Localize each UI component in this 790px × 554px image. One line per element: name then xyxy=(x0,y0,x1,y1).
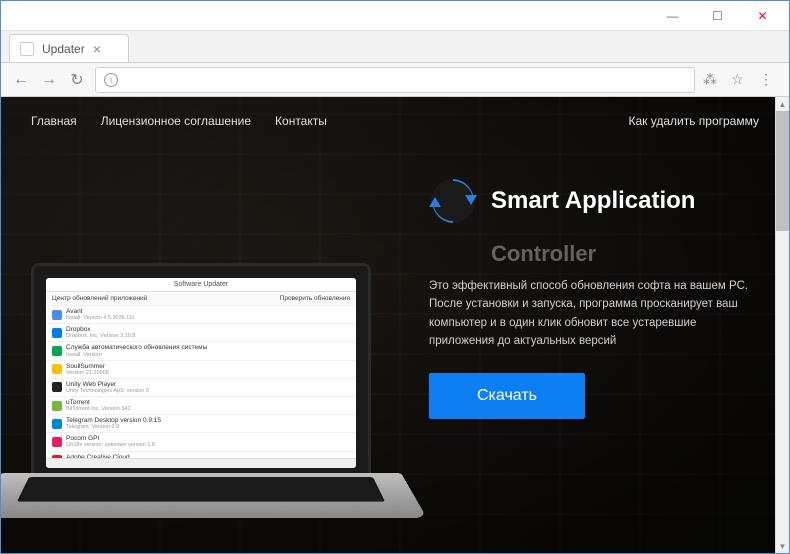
address-bar: ← → ↻ i ⁂ ☆ ⋮ xyxy=(1,63,789,97)
list-item: Unity Web PlayerUnity Technologies ApS: … xyxy=(46,379,356,397)
hero-description: Это эффективный способ обновления софта … xyxy=(429,277,759,351)
list-item: Telegram Desktop version 0.9.15Telegram,… xyxy=(46,415,356,433)
site-info-icon[interactable]: i xyxy=(104,73,118,87)
app-icon xyxy=(52,382,62,392)
window-titlebar: — ☐ ✕ xyxy=(1,1,789,31)
nav-license[interactable]: Лицензионное соглашение xyxy=(101,114,251,128)
minimize-button[interactable]: — xyxy=(650,2,695,30)
section-title: Центр обновлений приложений xyxy=(52,295,147,302)
app-name: uTorrent xyxy=(66,399,131,406)
list-item: SoullSummerVersion 21.20008 xyxy=(46,361,356,379)
app-icon xyxy=(52,328,62,338)
nav-home[interactable]: Главная xyxy=(31,114,77,128)
app-name: Pocom GPI xyxy=(66,435,155,442)
app-list: AvantInstall: Version 4.5.3036.111Dropbo… xyxy=(46,306,356,458)
maximize-button[interactable]: ☐ xyxy=(695,2,740,30)
list-item: Служба автоматического обновления систем… xyxy=(46,342,356,360)
browser-window: — ☐ ✕ Updater × ← → ↻ i ⁂ ☆ ⋮ Главная Ли… xyxy=(0,0,790,554)
nav-uninstall[interactable]: Как удалить программу xyxy=(628,114,759,128)
favicon-icon xyxy=(20,42,34,56)
tab-bar: Updater × xyxy=(1,31,789,63)
product-subtitle: Controller xyxy=(491,241,759,267)
app-icon xyxy=(52,437,62,447)
app-window-screenshot: Software Updater Центр обновлений прилож… xyxy=(46,278,356,468)
app-icon xyxy=(52,364,62,374)
app-section-header: Центр обновлений приложений Проверить об… xyxy=(46,292,356,306)
app-titlebar: Software Updater xyxy=(46,278,356,292)
logo-row: Smart Application xyxy=(429,177,759,225)
app-version: Gh18s version: unknown version 1.8 xyxy=(66,442,155,448)
app-version: Install: Version xyxy=(66,352,207,358)
app-version: Install: Version 4.5.3036.111 xyxy=(66,315,135,321)
list-item: DropboxDropbox, Inc, Version 3.10.8 xyxy=(46,324,356,342)
list-item: AvantInstall: Version 4.5.3036.111 xyxy=(46,306,356,324)
app-version: Dropbox, Inc, Version 3.10.8 xyxy=(66,333,135,339)
hero-content: Smart Application Controller Это эффекти… xyxy=(429,177,759,419)
nav-contacts[interactable]: Контакты xyxy=(275,114,327,128)
close-button[interactable]: ✕ xyxy=(740,2,785,30)
translate-icon[interactable]: ⁂ xyxy=(703,71,723,88)
page-viewport: Главная Лицензионное соглашение Контакты… xyxy=(1,97,789,553)
app-name: Служба автоматического обновления систем… xyxy=(66,344,207,351)
app-version: Version 21.20008 xyxy=(66,370,109,376)
app-name: Avant xyxy=(66,308,135,315)
site-nav: Главная Лицензионное соглашение Контакты… xyxy=(1,97,789,145)
app-name: Unity Web Player xyxy=(66,381,149,388)
url-input[interactable]: i xyxy=(95,67,695,93)
close-tab-icon[interactable]: × xyxy=(93,41,101,57)
check-updates-link: Проверить обновления xyxy=(280,295,350,302)
app-version: BitTorrent Inc, Version 342 xyxy=(66,406,131,412)
app-name: Telegram Desktop version 0.9.15 xyxy=(66,417,161,424)
app-version: Telegram, Version 0.9 xyxy=(66,424,161,430)
laptop-base xyxy=(1,473,427,518)
list-item: Pocom GPIGh18s version: unknown version … xyxy=(46,433,356,451)
scrollbar-track[interactable] xyxy=(776,231,789,539)
vertical-scrollbar[interactable]: ▲ ▼ xyxy=(775,97,789,553)
forward-icon[interactable]: → xyxy=(39,71,59,89)
app-version: Unity Technologies ApS: version 5 xyxy=(66,388,149,394)
download-button[interactable]: Скачать xyxy=(429,373,585,419)
browser-tab[interactable]: Updater × xyxy=(9,34,129,62)
app-name: Dropbox xyxy=(66,326,135,333)
app-icon xyxy=(52,419,62,429)
app-name: SoullSummer xyxy=(66,363,109,370)
list-item: uTorrentBitTorrent Inc, Version 342 xyxy=(46,397,356,415)
bookmark-icon[interactable]: ☆ xyxy=(731,71,751,88)
laptop-screen: Software Updater Центр обновлений прилож… xyxy=(31,263,371,483)
scroll-down-icon[interactable]: ▼ xyxy=(776,539,789,553)
app-icon xyxy=(52,346,62,356)
menu-icon[interactable]: ⋮ xyxy=(759,71,779,88)
product-logo-icon xyxy=(429,177,477,225)
app-icon xyxy=(52,401,62,411)
product-title: Smart Application xyxy=(491,188,695,214)
back-icon[interactable]: ← xyxy=(11,71,31,89)
reload-icon[interactable]: ↻ xyxy=(67,70,87,90)
app-statusbar xyxy=(46,458,356,468)
app-icon xyxy=(52,310,62,320)
tab-title: Updater xyxy=(42,42,85,56)
laptop-illustration: Software Updater Центр обновлений прилож… xyxy=(1,263,421,553)
